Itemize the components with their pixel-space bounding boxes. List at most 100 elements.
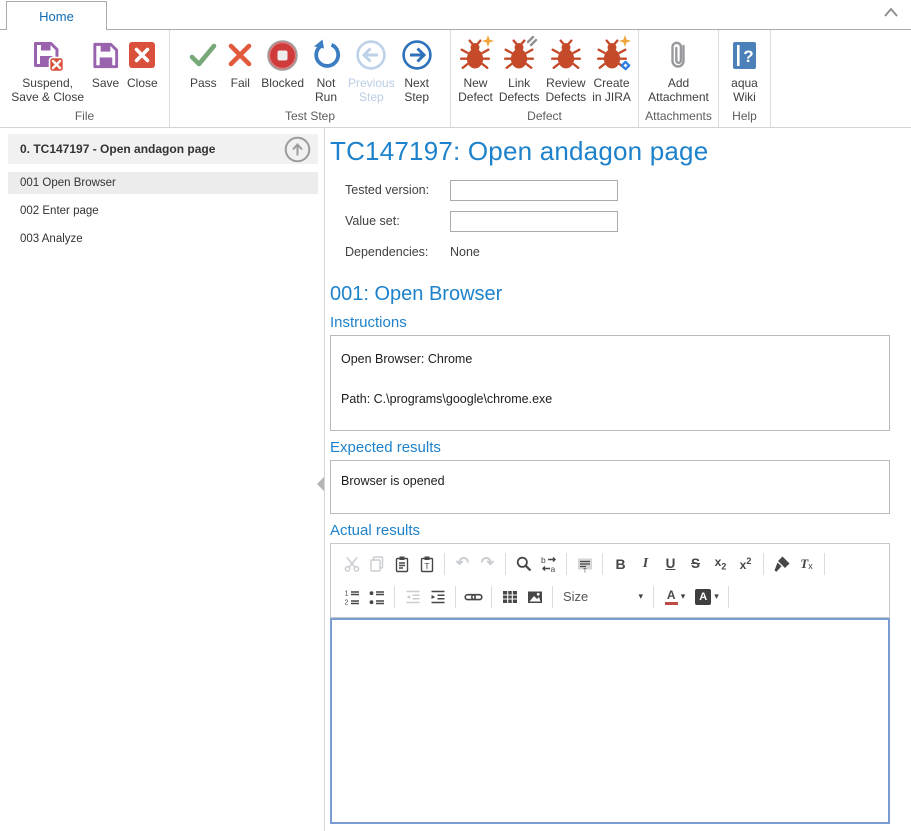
replace-icon[interactable]: ba <box>536 551 561 576</box>
superscript-icon[interactable]: x2 <box>733 551 758 576</box>
bold-icon[interactable]: B <box>608 551 633 576</box>
insert-image-icon[interactable] <box>522 584 547 609</box>
test-step-sidebar: 0. TC147197 - Open andagon page 001 Open… <box>8 134 318 256</box>
background-color-button[interactable]: A ▾ <box>691 584 723 609</box>
instructions-heading: Instructions <box>330 314 890 331</box>
ribbon-group-help: ? aqua Wiki Help <box>719 30 771 127</box>
underline-icon[interactable]: U <box>658 551 683 576</box>
ribbon-button-label: Not Run <box>315 76 337 104</box>
toolbar-divider <box>444 553 445 575</box>
editor-toolbar-row-1: T ↶ ↷ ba T B I <box>339 547 881 580</box>
remove-format-icon[interactable]: Tx <box>794 551 819 576</box>
new-defect-button[interactable]: New Defect <box>455 35 496 106</box>
expected-results-box: Browser is opened <box>330 460 890 514</box>
ribbon-button-label: Next Step <box>404 76 429 104</box>
insert-table-icon[interactable] <box>497 584 522 609</box>
actual-results-text-area[interactable] <box>330 618 890 824</box>
toolbar-divider <box>728 586 729 608</box>
next-step-button[interactable]: Next Step <box>398 35 436 106</box>
paste-icon[interactable] <box>389 551 414 576</box>
strikethrough-icon[interactable]: S <box>683 551 708 576</box>
create-in-jira-button[interactable]: Create in JIRA <box>589 35 634 106</box>
ribbon: Suspend, Save & Close Save <box>0 29 911 128</box>
svg-text:?: ? <box>743 47 753 66</box>
italic-icon[interactable]: I <box>633 551 658 576</box>
link-defects-button[interactable]: Link Defects <box>496 35 543 106</box>
ribbon-group-test-step: Pass Fail <box>170 30 451 127</box>
tab-home[interactable]: Home <box>6 1 107 30</box>
scroll-to-top-circle-icon[interactable] <box>284 136 311 163</box>
page-title: TC147197: Open andagon page <box>330 136 890 167</box>
svg-text:1: 1 <box>344 590 348 597</box>
find-icon[interactable] <box>511 551 536 576</box>
ribbon-button-label: New Defect <box>458 76 493 104</box>
save-button[interactable]: Save <box>87 35 124 92</box>
suspend-save-close-button[interactable]: Suspend, Save & Close <box>8 35 87 106</box>
paste-plain-text-icon[interactable]: T <box>414 551 439 576</box>
add-attachment-button[interactable]: Add Attachment <box>645 35 712 106</box>
toolbar-divider <box>824 553 825 575</box>
save-floppy-icon <box>90 37 121 73</box>
editor-toolbar: T ↶ ↷ ba T B I <box>330 543 890 618</box>
ribbon-button-label: Suspend, Save & Close <box>11 76 84 104</box>
value-set-input[interactable] <box>450 211 618 232</box>
sparkle-badge-icon <box>482 35 494 47</box>
ribbon-button-label: Close <box>127 76 158 90</box>
numbered-list-icon[interactable]: 12 <box>339 584 364 609</box>
sidebar-item-step-002[interactable]: 002 Enter page <box>8 200 318 222</box>
sidebar-item-step-003[interactable]: 003 Analyze <box>8 228 318 250</box>
collapse-ribbon-icon[interactable] <box>883 7 899 18</box>
ribbon-button-label: Review Defects <box>546 76 587 104</box>
step-list-header[interactable]: 0. TC147197 - Open andagon page <box>8 134 318 164</box>
bulleted-list-icon[interactable] <box>364 584 389 609</box>
sidebar-item-step-001[interactable]: 001 Open Browser <box>8 172 318 194</box>
toolbar-divider <box>763 553 764 575</box>
next-step-arrow-icon <box>401 37 433 73</box>
subscript-icon[interactable]: x2 <box>708 551 733 576</box>
toolbar-divider <box>505 553 506 575</box>
ribbon-group-label: Defect <box>451 106 638 127</box>
panel-divider <box>324 128 325 831</box>
ribbon-group-label: Help <box>719 106 770 127</box>
fail-button[interactable]: Fail <box>222 35 258 92</box>
close-button[interactable]: Close <box>124 35 161 92</box>
suspend-save-close-icon <box>31 37 64 73</box>
not-run-button[interactable]: Not Run <box>307 35 345 106</box>
review-defects-bug-icon <box>551 37 581 73</box>
pass-button[interactable]: Pass <box>184 35 222 92</box>
ribbon-button-label: Create in JIRA <box>592 76 631 104</box>
copy-formatting-brush-icon[interactable] <box>769 551 794 576</box>
tested-version-row: Tested version: <box>345 179 890 201</box>
review-defects-button[interactable]: Review Defects <box>543 35 590 106</box>
previous-step-arrow-icon <box>355 37 387 73</box>
redo-icon: ↷ <box>475 551 500 576</box>
chevron-down-icon: ▾ <box>681 591 686 602</box>
chevron-down-icon: ▾ <box>638 591 643 602</box>
font-size-select[interactable]: Size ▾ <box>558 585 648 609</box>
ribbon-group-attachments: Add Attachment Attachments <box>639 30 719 127</box>
content-area: 0. TC147197 - Open andagon page 001 Open… <box>0 128 911 831</box>
previous-step-button: Previous Step <box>345 35 398 106</box>
actual-results-editor: T ↶ ↷ ba T B I <box>330 543 890 824</box>
step-title: 001: Open Browser <box>330 283 890 306</box>
chevron-down-icon: ▾ <box>714 591 719 602</box>
splitter-collapse-icon[interactable] <box>317 477 324 491</box>
dependencies-label: Dependencies: <box>345 245 450 259</box>
ribbon-button-label: Add Attachment <box>648 76 709 104</box>
select-all-icon[interactable]: T <box>572 551 597 576</box>
toolbar-divider <box>602 553 603 575</box>
create-in-jira-bug-icon <box>597 37 627 73</box>
insert-link-icon[interactable] <box>461 584 486 609</box>
tested-version-label: Tested version: <box>345 183 450 197</box>
value-set-label: Value set: <box>345 214 450 228</box>
ribbon-button-label: Pass <box>190 76 217 90</box>
blocked-button[interactable]: Blocked <box>258 35 307 92</box>
background-color-icon: A <box>695 589 711 605</box>
text-color-button[interactable]: A ▾ <box>659 584 691 609</box>
ribbon-group-label: Attachments <box>639 106 718 127</box>
toolbar-divider <box>653 586 654 608</box>
tested-version-input[interactable] <box>450 180 618 201</box>
increase-indent-icon[interactable] <box>425 584 450 609</box>
not-run-reset-icon <box>310 37 342 73</box>
aqua-wiki-button[interactable]: ? aqua Wiki <box>727 35 762 106</box>
